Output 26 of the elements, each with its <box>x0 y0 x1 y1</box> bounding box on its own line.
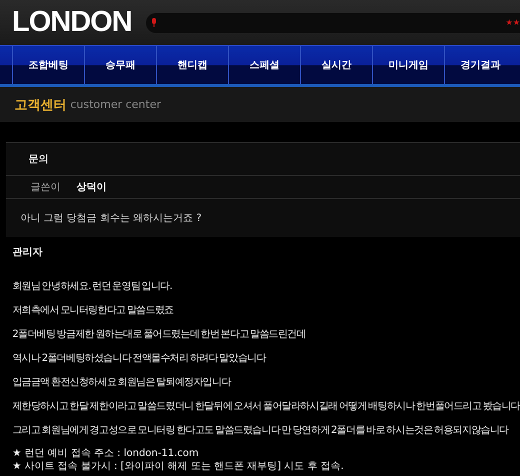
nav-tab[interactable]: 스페셜 <box>228 46 300 84</box>
reply-paragraph: 그리고 회원님에게 경고성으로 모니터링 한다고도 말씀드렸습니다 만 당연하게 2폴더를 바로 하시는것은 허용되지않습니다 <box>12 424 510 437</box>
nav-tab[interactable]: 핸디캡 <box>156 46 228 84</box>
logo[interactable]: LONDON <box>12 6 132 39</box>
reply-paragraph: 역시나 2폴더베팅하셨습니다 전액몰수처리 하려다 말았습니다 <box>12 352 268 365</box>
reply-paragraph: 회원님 안녕하세요. 런던 운영팀 입니다. <box>12 280 173 293</box>
section-title: 고객센터 <box>14 96 66 114</box>
reply-paragraph: 제한당하시고 한달 제한이라고 말씀드렸더니 한달뒤에 오셔서 풀어달라하시길래 어떻게 배팅하시나 한번풀어드리고 봤습니다 <box>12 400 520 413</box>
author-label: 글쓴이 <box>30 181 60 194</box>
question-text: 아니 그럼 당첨금 회수는 왜하시는거죠 ? <box>20 212 202 225</box>
notice-line: ★ 런던 예비 접속 주소 : london-11.com <box>12 447 200 460</box>
microphone-icon <box>150 18 157 27</box>
reply-author: 관리자 <box>12 246 44 259</box>
section-subtitle: customer center <box>70 98 161 111</box>
reply-paragraph: 입금금액 환전신청하세요 회원님은 탈퇴예정자입니다 <box>12 376 232 389</box>
nav-tab[interactable]: 조합베팅 <box>12 46 84 84</box>
nav-tab[interactable]: 경기결과 <box>444 46 516 84</box>
reply-paragraph: 2폴더베팅 방금제한 원하는대로 풀어드렸는데 한번 본다고 말씀드린건데 <box>12 328 307 341</box>
post-category: 문의 <box>28 153 48 166</box>
nav-tab[interactable]: 승무패 <box>84 46 156 84</box>
notice-line: ★ 사이트 접속 불가시 : [와이파이 해제 또는 핸드폰 재부팅] 시도 후 접속. <box>12 460 345 473</box>
nav-tab[interactable]: 실시간 <box>300 46 372 84</box>
author-name: 상덕이 <box>76 181 106 194</box>
ticker-text: ★★ <box>506 18 520 27</box>
reply-paragraph: 저희측에서 모니터링한다고 말씀드렸죠 <box>12 304 174 317</box>
nav-tab[interactable]: 미니게임 <box>372 46 444 84</box>
